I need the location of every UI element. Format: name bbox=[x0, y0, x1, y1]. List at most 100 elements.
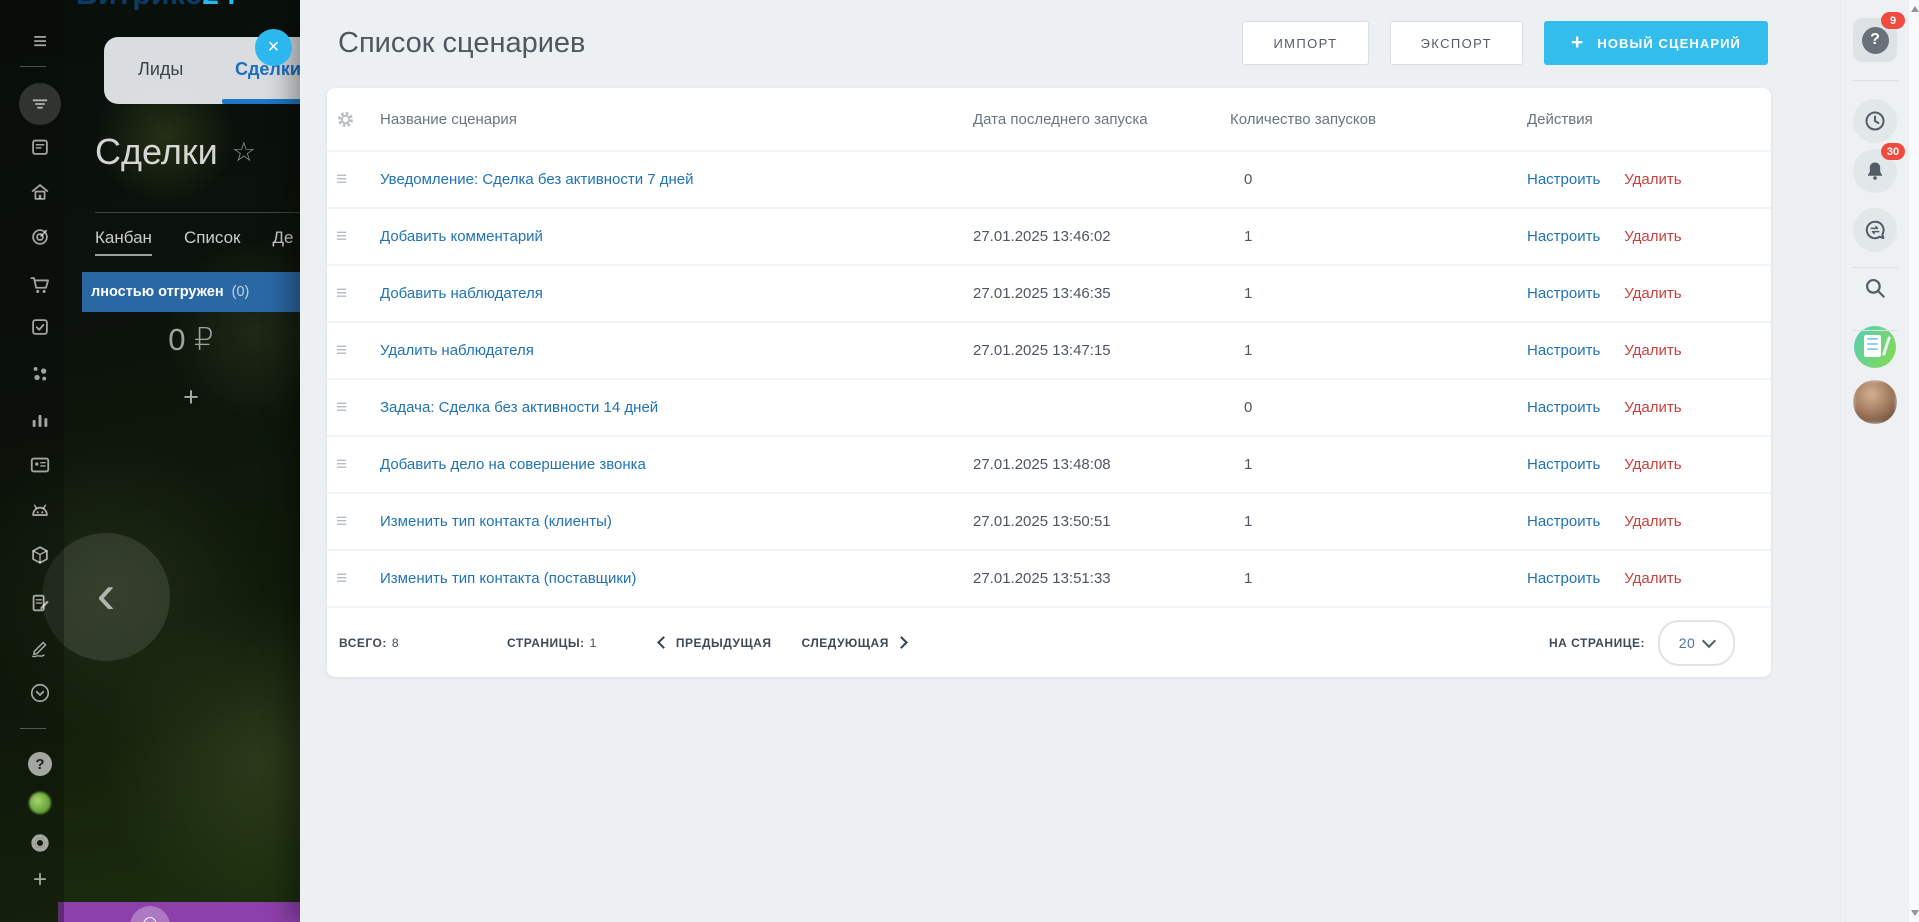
last-run-date: 27.01.2025 13:46:02 bbox=[973, 228, 1230, 245]
delete-link[interactable]: Удалить bbox=[1624, 171, 1681, 188]
search-button[interactable] bbox=[1853, 266, 1897, 310]
page-scrollbar[interactable] bbox=[1908, 0, 1919, 922]
configure-link[interactable]: Настроить bbox=[1527, 342, 1600, 359]
delete-link[interactable]: Удалить bbox=[1624, 570, 1681, 587]
per-page-value: 20 bbox=[1679, 635, 1696, 651]
sidebar-help-button[interactable]: ? bbox=[18, 742, 62, 786]
delete-link[interactable]: Удалить bbox=[1624, 456, 1681, 473]
scenario-name-link[interactable]: Изменить тип контакта (поставщики) bbox=[380, 570, 973, 587]
greenblob-icon bbox=[29, 792, 51, 814]
scenario-name-link[interactable]: Уведомление: Сделка без активности 7 дне… bbox=[380, 171, 973, 188]
chevron-down-icon bbox=[1702, 633, 1716, 647]
favorite-star-icon[interactable]: ☆ bbox=[232, 137, 256, 168]
sidebar-item-sales[interactable] bbox=[18, 263, 62, 307]
drag-handle-icon[interactable]: ≡ bbox=[327, 568, 380, 590]
avatar bbox=[1853, 380, 1897, 424]
scenario-name-link[interactable]: Изменить тип контакта (клиенты) bbox=[380, 513, 973, 530]
scroll-down-arrow[interactable] bbox=[1911, 910, 1919, 916]
rail-divider-bottom bbox=[20, 728, 46, 729]
kanban-column-amount: 0 ₽ bbox=[82, 322, 300, 358]
configure-link[interactable]: Настроить bbox=[1527, 228, 1600, 245]
col-header-run-count[interactable]: Количество запусков bbox=[1230, 111, 1527, 128]
robot-icon bbox=[29, 499, 51, 521]
scenario-name-link[interactable]: Добавить наблюдателя bbox=[380, 285, 973, 302]
tab-activities[interactable]: Де bbox=[273, 228, 294, 256]
configure-link[interactable]: Настроить bbox=[1527, 513, 1600, 530]
kanban-add-deal-button[interactable]: + bbox=[82, 382, 300, 413]
drag-handle-icon[interactable]: ≡ bbox=[327, 283, 380, 305]
time-management-button[interactable] bbox=[1853, 99, 1897, 143]
configure-link[interactable]: Настроить bbox=[1527, 570, 1600, 587]
delete-link[interactable]: Удалить bbox=[1624, 342, 1681, 359]
docpen-icon bbox=[29, 592, 51, 614]
sidebar-item-crm[interactable] bbox=[18, 82, 62, 126]
configure-link[interactable]: Настроить bbox=[1527, 285, 1600, 302]
sidebar-item-company[interactable] bbox=[18, 170, 62, 214]
run-count: 0 bbox=[1230, 171, 1527, 188]
drag-handle-icon[interactable]: ≡ bbox=[327, 226, 380, 248]
market-button[interactable] bbox=[1853, 325, 1897, 369]
sidebar-item-analytics[interactable] bbox=[18, 398, 62, 442]
delete-link[interactable]: Удалить bbox=[1624, 399, 1681, 416]
sidebar-item-market[interactable] bbox=[18, 781, 62, 825]
drag-handle-icon[interactable]: ≡ bbox=[327, 511, 380, 533]
sidebar-add-button[interactable]: + bbox=[18, 858, 62, 902]
drag-handle-icon[interactable]: ≡ bbox=[327, 340, 380, 362]
next-page-button[interactable]: СЛЕДУЮЩАЯ bbox=[801, 636, 905, 650]
close-panel-button[interactable]: × bbox=[255, 29, 292, 66]
sidebar-item-catalog[interactable] bbox=[18, 533, 62, 577]
last-run-date: 27.01.2025 13:48:08 bbox=[973, 456, 1230, 473]
drag-handle-icon[interactable]: ≡ bbox=[327, 454, 380, 476]
drag-handle-icon[interactable]: ≡ bbox=[327, 169, 380, 191]
col-header-last-run[interactable]: Дата последнего запуска bbox=[973, 111, 1230, 128]
messenger-button[interactable] bbox=[1853, 208, 1897, 252]
rr-divider-1 bbox=[1852, 80, 1898, 81]
notifications-button[interactable]: 30 bbox=[1853, 149, 1897, 193]
sidebar-menu-button[interactable]: ≡ bbox=[18, 20, 62, 64]
run-count: 1 bbox=[1230, 285, 1527, 302]
scenario-name-link[interactable]: Добавить комментарий bbox=[380, 228, 973, 245]
delete-link[interactable]: Удалить bbox=[1624, 228, 1681, 245]
configure-link[interactable]: Настроить bbox=[1527, 456, 1600, 473]
table-row: ≡Добавить дело на совершение звонка27.01… bbox=[327, 435, 1771, 492]
import-button[interactable]: ИМПОРТ bbox=[1242, 21, 1368, 65]
sidebar-item-contacts[interactable] bbox=[18, 443, 62, 487]
per-page-select[interactable]: 20 bbox=[1658, 620, 1735, 666]
scenario-table-card: Название сценария Дата последнего запуск… bbox=[327, 88, 1771, 677]
prev-page-button[interactable]: ПРЕДЫДУЩАЯ bbox=[659, 636, 772, 650]
sidebar-item-marketing[interactable] bbox=[18, 215, 62, 259]
export-button[interactable]: ЭКСПОРТ bbox=[1390, 21, 1523, 65]
sidebar-item-tasks[interactable] bbox=[18, 305, 62, 349]
tab-list[interactable]: Список bbox=[184, 228, 241, 256]
delete-link[interactable]: Удалить bbox=[1624, 285, 1681, 302]
sidebar-item-robot[interactable] bbox=[18, 488, 62, 532]
close-icon: × bbox=[268, 36, 280, 59]
configure-link[interactable]: Настроить bbox=[1527, 171, 1600, 188]
scenario-name-link[interactable]: Добавить дело на совершение звонка bbox=[380, 456, 973, 473]
sidebar-item-documents[interactable] bbox=[18, 581, 62, 625]
help-button[interactable]: ?9 bbox=[1853, 18, 1897, 62]
funnel-icon bbox=[29, 93, 51, 115]
col-header-name[interactable]: Название сценария bbox=[380, 111, 973, 128]
scenario-name-link[interactable]: Задача: Сделка без активности 14 дней bbox=[380, 399, 973, 416]
new-scenario-button[interactable]: + НОВЫЙ СЦЕНАРИЙ bbox=[1544, 21, 1768, 65]
tab-kanban[interactable]: Канбан bbox=[95, 228, 152, 256]
sidebar-item-sign[interactable] bbox=[18, 626, 62, 670]
last-run-date: 27.01.2025 13:46:35 bbox=[973, 285, 1230, 302]
scenario-name-link[interactable]: Удалить наблюдателя bbox=[380, 342, 973, 359]
table-settings-gear-icon[interactable] bbox=[327, 110, 380, 129]
kanban-column-count: (0) bbox=[232, 284, 250, 300]
configure-link[interactable]: Настроить bbox=[1527, 399, 1600, 416]
sidebar-item-automation[interactable] bbox=[18, 352, 62, 396]
rr-divider-3 bbox=[1852, 330, 1898, 331]
scroll-up-arrow[interactable] bbox=[1911, 6, 1919, 12]
delete-link[interactable]: Удалить bbox=[1624, 513, 1681, 530]
total-value: 8 bbox=[392, 636, 399, 650]
sidebar-item-planner[interactable] bbox=[18, 125, 62, 169]
sign-icon bbox=[29, 637, 51, 659]
bottom-widget-bar bbox=[58, 902, 300, 922]
sidebar-more-button[interactable] bbox=[18, 671, 62, 715]
drag-handle-icon[interactable]: ≡ bbox=[327, 397, 380, 419]
tab-leads[interactable]: Лиды bbox=[138, 59, 183, 80]
profile-avatar[interactable] bbox=[1853, 380, 1897, 424]
